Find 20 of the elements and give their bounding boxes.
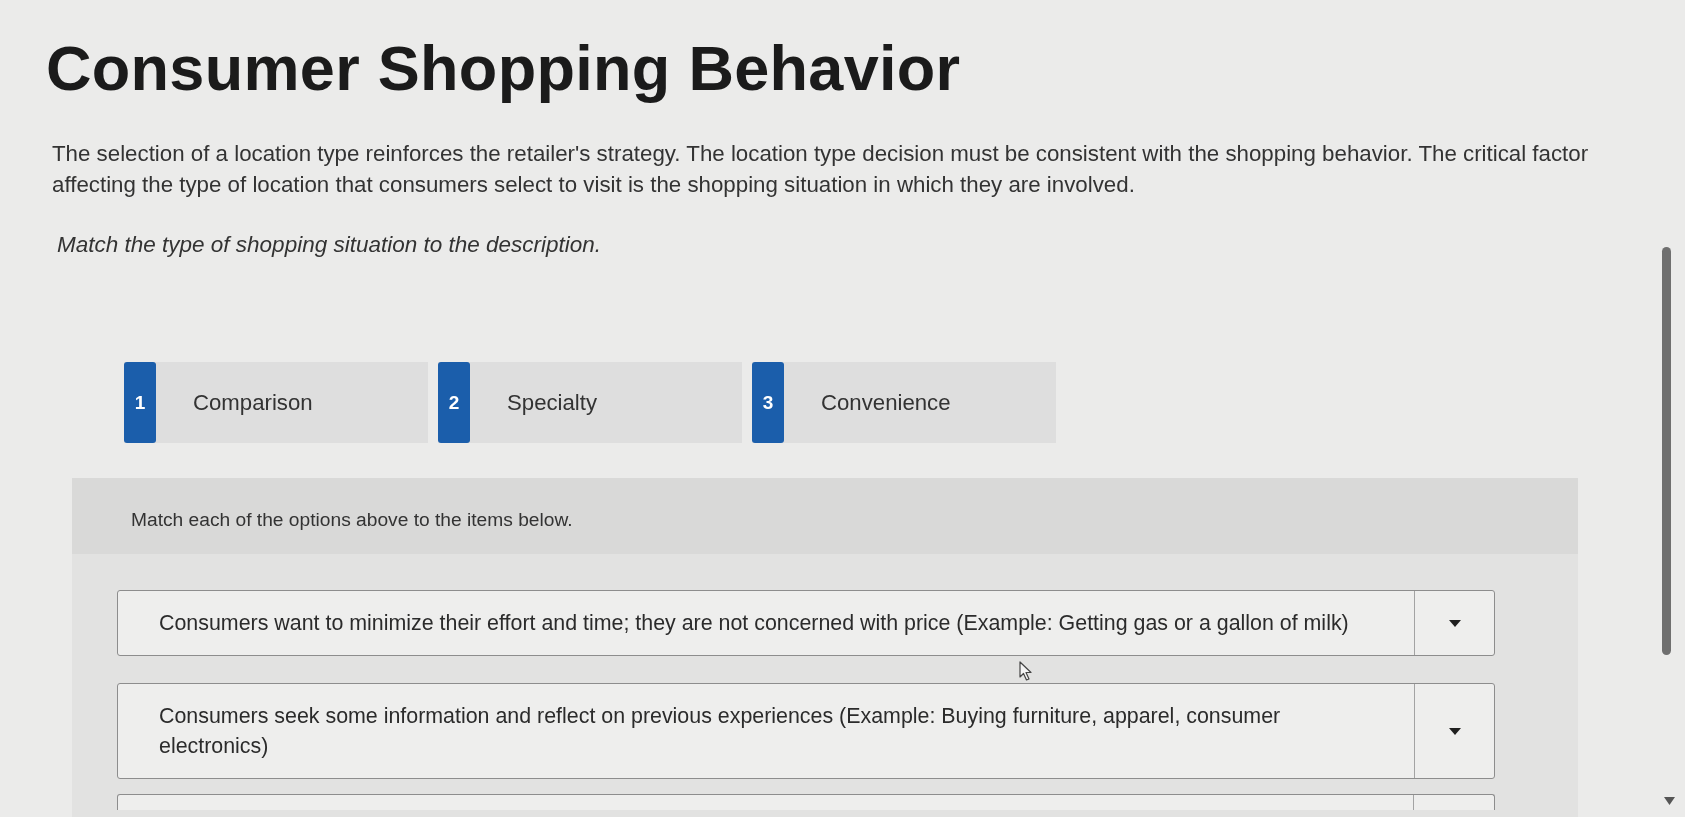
caret-icon (1448, 727, 1461, 735)
option-card[interactable]: 2 Specialty (438, 362, 742, 443)
item-description: Consumers seek some information and reflect on previous experiences (Example: Buying furniture, apparel, consumer electronics) (159, 703, 1282, 760)
intro-paragraph: The selection of a location type reinforces the retailer's strategy. The location type decision must be consistent with the shopping behavior. The critical factor affecting the type of location that consumers select to visit is the shopping situation in which they are involved. (52, 140, 1590, 199)
scroll-down-icon (1664, 797, 1675, 805)
option-label: Comparison (193, 389, 313, 416)
option-label: Convenience (821, 389, 951, 416)
option-card[interactable]: 1 Comparison (124, 362, 428, 443)
instruction-text: Match the type of shopping situation to the description. (57, 231, 602, 259)
option-label: Specialty (507, 389, 598, 416)
scrollbar-thumb[interactable] (1662, 247, 1671, 655)
number-badge: 1 (124, 362, 156, 443)
number-badge: 3 (752, 362, 784, 443)
match-prompt: Match each of the options above to the items below. (131, 509, 573, 531)
cursor-icon (1019, 661, 1033, 681)
number-badge: 2 (438, 362, 470, 443)
option-card[interactable]: 3 Convenience (752, 362, 1056, 443)
caret-icon (1448, 619, 1461, 627)
page-title: Consumer Shopping Behavior (46, 32, 961, 105)
item-description: Consumers want to minimize their effort and time; they are not concerned with price (Example: Getting gas or a gallon of milk) (159, 610, 1349, 637)
